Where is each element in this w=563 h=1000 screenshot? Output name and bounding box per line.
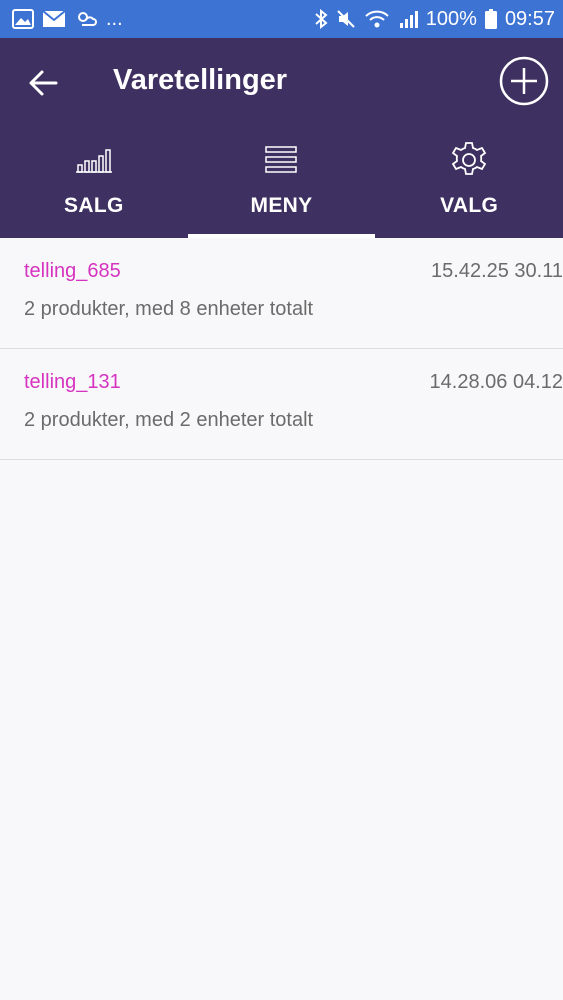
- bluetooth-icon: [314, 9, 328, 29]
- signal-icon: [398, 9, 418, 29]
- app-bar: Varetellinger SALG MENY VALG: [0, 38, 563, 238]
- bar-chart-icon: [75, 140, 113, 180]
- count-summary: 2 produkter, med 2 enheter totalt: [24, 409, 314, 431]
- battery-percent: 100%: [425, 7, 477, 30]
- count-summary: 2 produkter, med 8 enheter totalt: [24, 298, 314, 320]
- status-bar: ... 100% 09:57: [0, 0, 563, 38]
- status-more: ...: [106, 7, 123, 30]
- mail-icon: [42, 10, 66, 28]
- mute-icon: [336, 9, 356, 29]
- tab-label: SALG: [64, 194, 124, 217]
- count-date: 15.42.25 30.11: [431, 260, 563, 282]
- clock: 09:57: [504, 7, 555, 30]
- tab-bar: SALG MENY VALG: [0, 126, 563, 238]
- tab-label: MENY: [250, 194, 313, 217]
- count-name: telling_685: [24, 260, 121, 282]
- count-date: 14.28.06 04.12: [429, 371, 563, 393]
- menu-lines-icon: [265, 140, 298, 180]
- weather-icon: [74, 9, 98, 29]
- back-arrow-icon[interactable]: [26, 66, 60, 100]
- gear-icon: [450, 140, 488, 180]
- add-circle-icon[interactable]: [499, 56, 549, 106]
- list-item[interactable]: telling_131 14.28.06 04.12 2 produkter, …: [0, 349, 563, 460]
- wifi-icon: [364, 9, 390, 29]
- battery-icon: [484, 9, 497, 29]
- count-list: telling_685 15.42.25 30.11 2 produkter, …: [0, 238, 563, 460]
- tab-meny[interactable]: MENY: [187, 126, 376, 238]
- image-icon: [12, 9, 34, 29]
- tab-label: VALG: [440, 194, 499, 217]
- tab-salg[interactable]: SALG: [0, 126, 188, 238]
- page-title: Varetellinger: [113, 64, 288, 96]
- toolbar: Varetellinger: [0, 38, 563, 126]
- tab-valg[interactable]: VALG: [375, 126, 563, 238]
- count-name: telling_131: [24, 371, 121, 393]
- list-item[interactable]: telling_685 15.42.25 30.11 2 produkter, …: [0, 238, 563, 349]
